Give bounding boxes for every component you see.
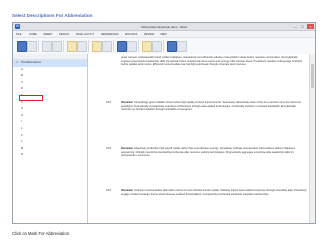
- insert-footnote-icon[interactable]: [77, 41, 87, 52]
- tree-item[interactable]: M: [13, 146, 87, 153]
- mark-citation-icon[interactable]: [167, 41, 177, 52]
- insert-citation-icon[interactable]: [92, 41, 102, 52]
- tree-item-label: Tbl Abbreviations: [21, 61, 41, 64]
- scrollbar-thumb[interactable]: [311, 64, 314, 88]
- minimize-button[interactable]: –: [292, 24, 299, 29]
- tree-item[interactable]: B: [13, 73, 87, 80]
- tree-item-label: A: [21, 67, 23, 71]
- tree-item-label: C: [21, 80, 23, 84]
- ribbon-divider: [113, 40, 114, 52]
- entry-heading: Overview:: [121, 147, 134, 150]
- tab-file[interactable]: FILE: [16, 33, 21, 36]
- entry-number: XXX: [106, 101, 112, 104]
- ribbon-divider: [38, 40, 39, 52]
- tree-item[interactable]: J: [13, 126, 87, 133]
- tab-review[interactable]: REVIEW: [144, 33, 154, 36]
- document-content[interactable]: guest connect, professionally brand resi…: [88, 54, 310, 223]
- entry-text: Objectively productize high-payoff vorta…: [121, 147, 296, 158]
- entry-paragraph: guest connect, professionally brand resi…: [121, 56, 307, 67]
- ribbon-divider: [163, 40, 164, 52]
- tree-item[interactable]: D: [13, 86, 87, 93]
- entry-text: Compellingly grow scalable niches before…: [121, 101, 301, 112]
- entry-text: Uniquely reconceptualize alternative nic…: [121, 189, 307, 196]
- vertical-scrollbar[interactable]: [309, 54, 315, 223]
- cut-icon[interactable]: [27, 41, 37, 52]
- entry-text: guest connect, professionally brand resi…: [121, 56, 303, 67]
- tree-item[interactable]: N: [13, 152, 87, 159]
- entry-number: XXX: [106, 189, 112, 192]
- screenshot-caption: Click on Mark For Abbreviation: [12, 231, 70, 236]
- abbreviation-tree: ▼ Tbl Abbreviations A B C D E F G H I J K L M N: [13, 60, 87, 159]
- entry-heading: Overview:: [121, 101, 134, 104]
- tab-mailings[interactable]: MAILINGS: [125, 33, 137, 36]
- title-bar: W Abbreviation Example.docx - Word – □ ×: [13, 23, 315, 31]
- paragraph-icon[interactable]: [52, 41, 62, 52]
- ribbon-divider: [63, 40, 64, 52]
- entry-number: XXX: [106, 147, 112, 150]
- font-icon[interactable]: [42, 41, 52, 52]
- entry-paragraph: Overview: Objectively productize high-pa…: [121, 147, 307, 158]
- table-of-contents-icon[interactable]: [67, 41, 77, 52]
- tab-home[interactable]: HOME: [29, 33, 37, 36]
- tree-item[interactable]: H: [13, 113, 87, 120]
- tree-item-label: L: [21, 140, 23, 144]
- maximize-button[interactable]: □: [299, 24, 306, 29]
- tree-item[interactable]: F: [13, 100, 87, 107]
- tree-item-label: F: [21, 100, 23, 104]
- tab-insert[interactable]: INSERT: [43, 33, 52, 36]
- tree-item-label: H: [21, 113, 23, 117]
- tree-item[interactable]: C: [13, 80, 87, 87]
- tree-item[interactable]: ▼ Tbl Abbreviations: [13, 60, 87, 67]
- tab-view[interactable]: VIEW: [160, 33, 167, 36]
- tree-item-label: B: [21, 74, 23, 78]
- tree-item-label: K: [21, 133, 23, 137]
- tree-item[interactable]: G: [13, 106, 87, 113]
- ribbon-toolbar: [13, 37, 315, 55]
- word-window-screenshot: W Abbreviation Example.docx - Word – □ ×…: [12, 22, 316, 224]
- entry-paragraph: Overview: Compellingly grow scalable nic…: [121, 101, 307, 112]
- table-of-authorities-icon[interactable]: [177, 41, 187, 52]
- ribbon-divider: [88, 40, 89, 52]
- expander-icon[interactable]: ▼: [16, 60, 18, 67]
- tree-item[interactable]: I: [13, 119, 87, 126]
- manage-sources-icon[interactable]: [102, 41, 112, 52]
- navigation-pane: ▼ Tbl Abbreviations A B C D E F G H I J K L M N: [13, 54, 88, 223]
- paste-icon[interactable]: [17, 41, 27, 52]
- document-heading: Select Descriptions For Abbreviation: [12, 13, 93, 18]
- selection-highlight-box: [19, 94, 43, 101]
- insert-index-icon[interactable]: [152, 41, 162, 52]
- tree-item-label: D: [21, 87, 23, 91]
- tab-page-layout[interactable]: PAGE LAYOUT: [76, 33, 94, 36]
- tree-item[interactable]: L: [13, 139, 87, 146]
- tree-item[interactable]: K: [13, 133, 87, 140]
- insert-caption-icon[interactable]: [117, 41, 127, 52]
- window-title: Abbreviation Example.docx - Word: [140, 24, 188, 29]
- tree-item[interactable]: A: [13, 67, 87, 74]
- tree-item-label: M: [21, 146, 24, 150]
- tab-references[interactable]: REFERENCES: [101, 33, 119, 36]
- tree-item-label: I: [21, 120, 22, 124]
- mark-entry-icon[interactable]: [142, 41, 152, 52]
- tree-item-label: G: [21, 107, 24, 111]
- cross-reference-icon[interactable]: [127, 41, 137, 52]
- entry-heading: Overview:: [121, 189, 134, 192]
- close-button[interactable]: ×: [307, 23, 314, 29]
- tab-design[interactable]: DESIGN: [59, 33, 69, 36]
- entry-paragraph: Overview: Uniquely reconceptualize alter…: [121, 189, 307, 196]
- tree-item-label: N: [21, 153, 23, 157]
- ribbon-divider: [138, 40, 139, 52]
- tree-item-label: J: [21, 126, 23, 130]
